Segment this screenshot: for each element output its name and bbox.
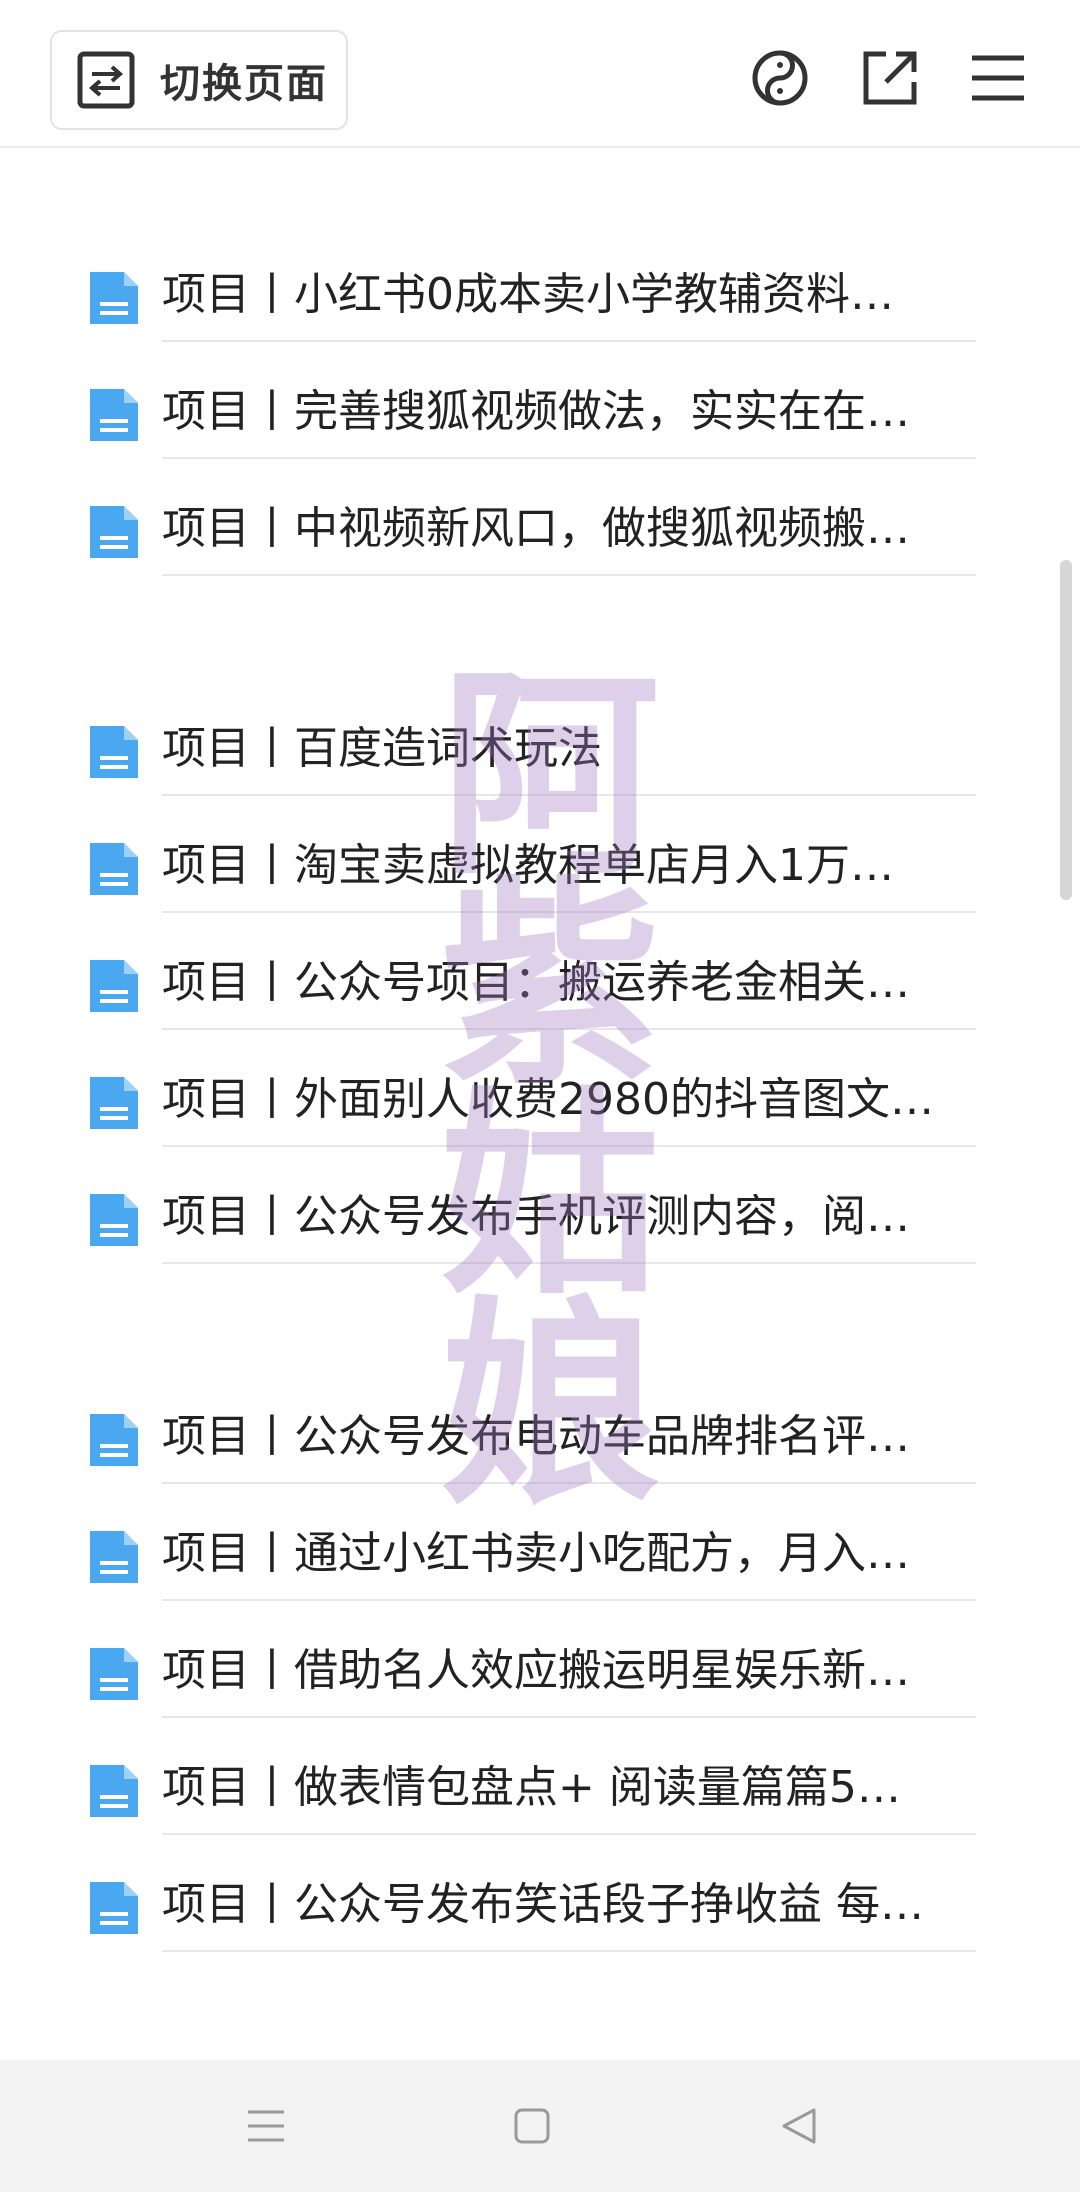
document-title: 项目丨外面别人收费2980的抖音图文… bbox=[162, 1074, 934, 1125]
document-file-icon bbox=[90, 389, 138, 441]
list-item[interactable]: 项目丨公众号发布笑话段子挣收益 每… bbox=[90, 1862, 980, 1952]
top-toolbar: 切换页面 bbox=[0, 0, 1080, 148]
switch-page-button[interactable]: 切换页面 bbox=[50, 30, 348, 130]
yin-yang-icon[interactable] bbox=[746, 44, 814, 112]
recent-apps-icon[interactable] bbox=[238, 2098, 294, 2154]
swap-arrows-icon bbox=[76, 50, 136, 110]
divider bbox=[162, 1028, 976, 1030]
document-file-icon bbox=[90, 726, 138, 778]
list-item[interactable]: 项目丨公众号项目：搬运养老金相关… bbox=[90, 940, 980, 1030]
document-title: 项目丨公众号发布电动车品牌排名评… bbox=[162, 1411, 910, 1462]
back-triangle-icon[interactable] bbox=[772, 2098, 828, 2154]
document-file-icon bbox=[90, 1077, 138, 1129]
list-item[interactable]: 项目丨公众号发布电动车品牌排名评… bbox=[90, 1394, 980, 1484]
document-title: 项目丨借助名人效应搬运明星娱乐新… bbox=[162, 1645, 910, 1696]
divider bbox=[162, 1716, 976, 1718]
divider bbox=[162, 1833, 976, 1835]
document-title: 项目丨淘宝卖虚拟教程单店月入1万… bbox=[162, 840, 894, 891]
document-file-icon bbox=[90, 1765, 138, 1817]
document-title: 项目丨小红书0成本卖小学教辅资料… bbox=[162, 269, 894, 320]
document-file-icon bbox=[90, 272, 138, 324]
list-item[interactable]: 项目丨通过小红书卖小吃配方，月入… bbox=[90, 1511, 980, 1601]
document-file-icon bbox=[90, 960, 138, 1012]
document-title: 项目丨公众号项目：搬运养老金相关… bbox=[162, 957, 910, 1008]
switch-page-label: 切换页面 bbox=[160, 61, 328, 107]
list-item[interactable]: 项目丨百度造词术玩法 bbox=[90, 706, 980, 796]
home-square-icon[interactable] bbox=[504, 2098, 560, 2154]
document-title: 项目丨做表情包盘点+ 阅读量篇篇5… bbox=[162, 1762, 901, 1813]
document-file-icon bbox=[90, 1414, 138, 1466]
document-title: 项目丨完善搜狐视频做法，实实在在… bbox=[162, 386, 910, 437]
scrollbar[interactable] bbox=[1058, 560, 1074, 900]
document-file-icon bbox=[90, 1882, 138, 1934]
divider bbox=[162, 574, 976, 576]
open-external-icon[interactable] bbox=[856, 44, 924, 112]
list-item[interactable]: 项目丨借助名人效应搬运明星娱乐新… bbox=[90, 1628, 980, 1718]
document-title: 项目丨通过小红书卖小吃配方，月入… bbox=[162, 1528, 910, 1579]
divider bbox=[162, 911, 976, 913]
document-file-icon bbox=[90, 1531, 138, 1583]
scrollbar-thumb[interactable] bbox=[1060, 560, 1072, 900]
list-item[interactable]: 项目丨公众号发布手机评测内容，阅… bbox=[90, 1174, 980, 1264]
document-file-icon bbox=[90, 843, 138, 895]
document-title: 项目丨百度造词术玩法 bbox=[162, 723, 602, 774]
document-title: 项目丨中视频新风口，做搜狐视频搬… bbox=[162, 503, 910, 554]
divider bbox=[162, 457, 976, 459]
list-item[interactable]: 项目丨小红书0成本卖小学教辅资料… bbox=[90, 252, 980, 342]
divider bbox=[162, 794, 976, 796]
divider bbox=[162, 1599, 976, 1601]
document-title: 项目丨公众号发布手机评测内容，阅… bbox=[162, 1191, 910, 1242]
system-nav-bar bbox=[0, 2060, 1080, 2192]
document-file-icon bbox=[90, 1648, 138, 1700]
list-item[interactable]: 项目丨中视频新风口，做搜狐视频搬… bbox=[90, 486, 980, 576]
list-item[interactable]: 项目丨外面别人收费2980的抖音图文… bbox=[90, 1057, 980, 1147]
document-title: 项目丨公众号发布笑话段子挣收益 每… bbox=[162, 1879, 924, 1930]
divider bbox=[162, 1950, 976, 1952]
list-item[interactable]: 项目丨淘宝卖虚拟教程单店月入1万… bbox=[90, 823, 980, 913]
list-item[interactable]: 项目丨完善搜狐视频做法，实实在在… bbox=[90, 369, 980, 459]
document-file-icon bbox=[90, 506, 138, 558]
divider bbox=[162, 1145, 976, 1147]
menu-icon[interactable] bbox=[964, 44, 1032, 112]
divider bbox=[162, 1262, 976, 1264]
document-file-icon bbox=[90, 1194, 138, 1246]
divider bbox=[162, 1482, 976, 1484]
list-item[interactable]: 项目丨做表情包盘点+ 阅读量篇篇5… bbox=[90, 1745, 980, 1835]
divider bbox=[162, 340, 976, 342]
